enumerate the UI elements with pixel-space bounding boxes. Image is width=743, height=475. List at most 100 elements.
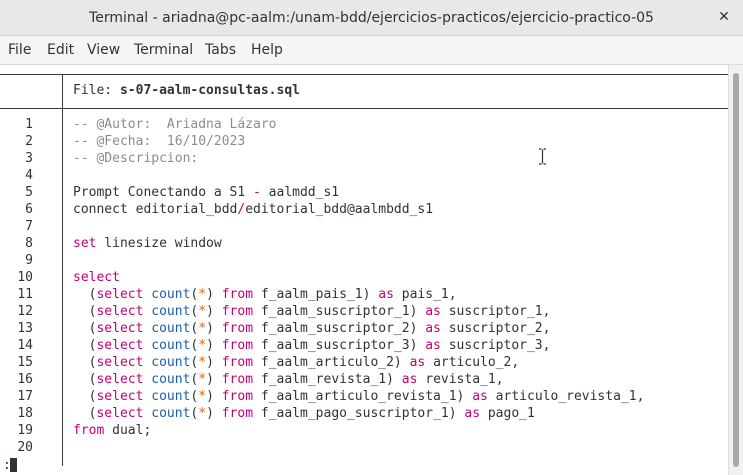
- code-line: 8 set linesize window: [0, 235, 728, 252]
- scrollbar-thumb[interactable]: [733, 73, 739, 467]
- menu-view[interactable]: View: [87, 36, 120, 65]
- code-token: select: [96, 304, 144, 319]
- code-token: (: [73, 372, 97, 387]
- code-token: articulo_2,: [425, 355, 520, 370]
- line-number: 11: [17, 287, 33, 302]
- code-line: 3 -- @Descripcion:: [0, 150, 728, 167]
- code-token: select: [96, 287, 144, 302]
- code-token: f_aalm_pais_1): [253, 287, 379, 302]
- menubar: File Edit View Terminal Tabs Help: [0, 36, 743, 65]
- code-token: *: [198, 372, 207, 387]
- code-token: *: [198, 406, 207, 421]
- code-token: *: [198, 389, 207, 404]
- line-number: 13: [17, 321, 33, 336]
- code-token: ): [206, 372, 222, 387]
- line-number: 15: [17, 355, 33, 370]
- code-token: editorial_bdd@aalmbdd_s1: [245, 202, 434, 217]
- code-text: (select count(*) from f_aalm_suscriptor_…: [73, 337, 551, 354]
- line-number: 14: [17, 338, 33, 353]
- code-token: connect editorial_bdd: [73, 202, 238, 217]
- code-text: Prompt Conectando a S1 - aalmdd_s1: [73, 184, 339, 201]
- line-number: 17: [17, 389, 33, 404]
- menu-tabs[interactable]: Tabs: [205, 36, 236, 65]
- code-token: (: [73, 389, 97, 404]
- code-line: 5 Prompt Conectando a S1 - aalmdd_s1: [0, 184, 728, 201]
- line-number: 18: [17, 406, 33, 421]
- code-token: revista_1,: [417, 372, 504, 387]
- code-token: set: [73, 236, 97, 251]
- code-line: 15 (select count(*) from f_aalm_articulo…: [0, 354, 728, 371]
- close-icon[interactable]: ✕: [713, 6, 735, 28]
- code-token: count: [151, 304, 191, 319]
- code-line: 4: [0, 167, 728, 184]
- code-token: as: [425, 304, 441, 319]
- line-number: 9: [25, 253, 33, 268]
- header-top-border: [0, 74, 728, 75]
- code-line: 13 (select count(*) from f_aalm_suscript…: [0, 320, 728, 337]
- code-lines: 1 -- @Autor: Ariadna Lázaro 2 -- @Fecha: 16…: [0, 116, 728, 456]
- code-token: ): [206, 321, 222, 336]
- code-token: as: [472, 389, 488, 404]
- menu-edit[interactable]: Edit: [47, 36, 74, 65]
- code-text: from dual;: [73, 422, 151, 439]
- code-token: count: [151, 372, 191, 387]
- terminal-area[interactable]: File: s-07-aalm-consultas.sql 1 -- @Autor…: [0, 65, 743, 475]
- code-token: *: [198, 338, 207, 353]
- code-token: count: [151, 406, 191, 421]
- code-token: select: [96, 389, 144, 404]
- window-titlebar[interactable]: Terminal - ariadna@pc-aalm:/unam-bdd/eje…: [0, 0, 743, 36]
- code-line: 9: [0, 252, 728, 269]
- code-token: count: [151, 338, 191, 353]
- code-token: (: [73, 355, 97, 370]
- code-text: -- @Fecha: 16/10/2023: [73, 133, 245, 150]
- code-token: as: [464, 406, 481, 421]
- code-text: connect editorial_bdd/editorial_bdd@aalm…: [73, 201, 433, 218]
- code-token: select: [96, 406, 144, 421]
- code-token: f_aalm_suscriptor_3): [253, 338, 426, 353]
- code-token: suscriptor_1,: [440, 304, 551, 319]
- line-number: 8: [25, 236, 33, 251]
- code-token: pais_1,: [393, 287, 457, 302]
- code-token: dual;: [104, 423, 152, 438]
- code-token: (: [73, 287, 97, 302]
- ibeam-cursor-icon: [539, 148, 546, 165]
- code-token: ): [206, 355, 222, 370]
- code-line: 6 connect editorial_bdd/editorial_bdd@aal…: [0, 201, 728, 218]
- code-token: Prompt Conectando a S1: [73, 185, 254, 200]
- code-token: from: [221, 304, 254, 319]
- code-token: pago_1: [480, 406, 535, 421]
- code-token: select: [96, 338, 144, 353]
- code-line: 2 -- @Fecha: 16/10/2023: [0, 133, 728, 150]
- code-token: f_aalm_suscriptor_2): [253, 321, 426, 336]
- code-line: 20: [0, 439, 728, 456]
- code-line: 11 (select count(*) from f_aalm_pais_1) …: [0, 286, 728, 303]
- menu-file[interactable]: File: [8, 36, 31, 65]
- code-token: as: [401, 372, 418, 387]
- line-number: 10: [17, 270, 33, 285]
- code-line: 10 select: [0, 269, 728, 286]
- code-token: f_aalm_pago_suscriptor_1): [253, 406, 465, 421]
- code-token: ): [206, 304, 222, 319]
- code-text: -- @Autor: Ariadna Lázaro: [73, 116, 277, 133]
- line-number: 1: [25, 117, 33, 132]
- code-token: ): [206, 389, 222, 404]
- code-token: linesize window: [96, 236, 222, 251]
- code-text: (select count(*) from f_aalm_revista_1) …: [73, 371, 504, 388]
- code-token: *: [198, 304, 207, 319]
- code-token: (: [73, 406, 97, 421]
- code-token: -- @Autor: Ariadna Lázaro: [73, 117, 277, 132]
- menu-terminal[interactable]: Terminal: [134, 36, 193, 65]
- code-token: ): [206, 406, 222, 421]
- line-number: 16: [17, 372, 33, 387]
- code-token: suscriptor_3,: [440, 338, 551, 353]
- line-number: 2: [25, 134, 33, 149]
- code-token: suscriptor_2,: [440, 321, 551, 336]
- code-line: 16 (select count(*) from f_aalm_revista_…: [0, 371, 728, 388]
- line-number: 7: [25, 219, 33, 234]
- scrollbar[interactable]: [728, 65, 743, 475]
- code-line: 19 from dual;: [0, 422, 728, 439]
- code-token: f_aalm_suscriptor_1): [253, 304, 426, 319]
- code-text: -- @Descripcion:: [73, 150, 198, 167]
- menu-help[interactable]: Help: [251, 36, 283, 65]
- code-token: f_aalm_articulo_revista_1): [253, 389, 473, 404]
